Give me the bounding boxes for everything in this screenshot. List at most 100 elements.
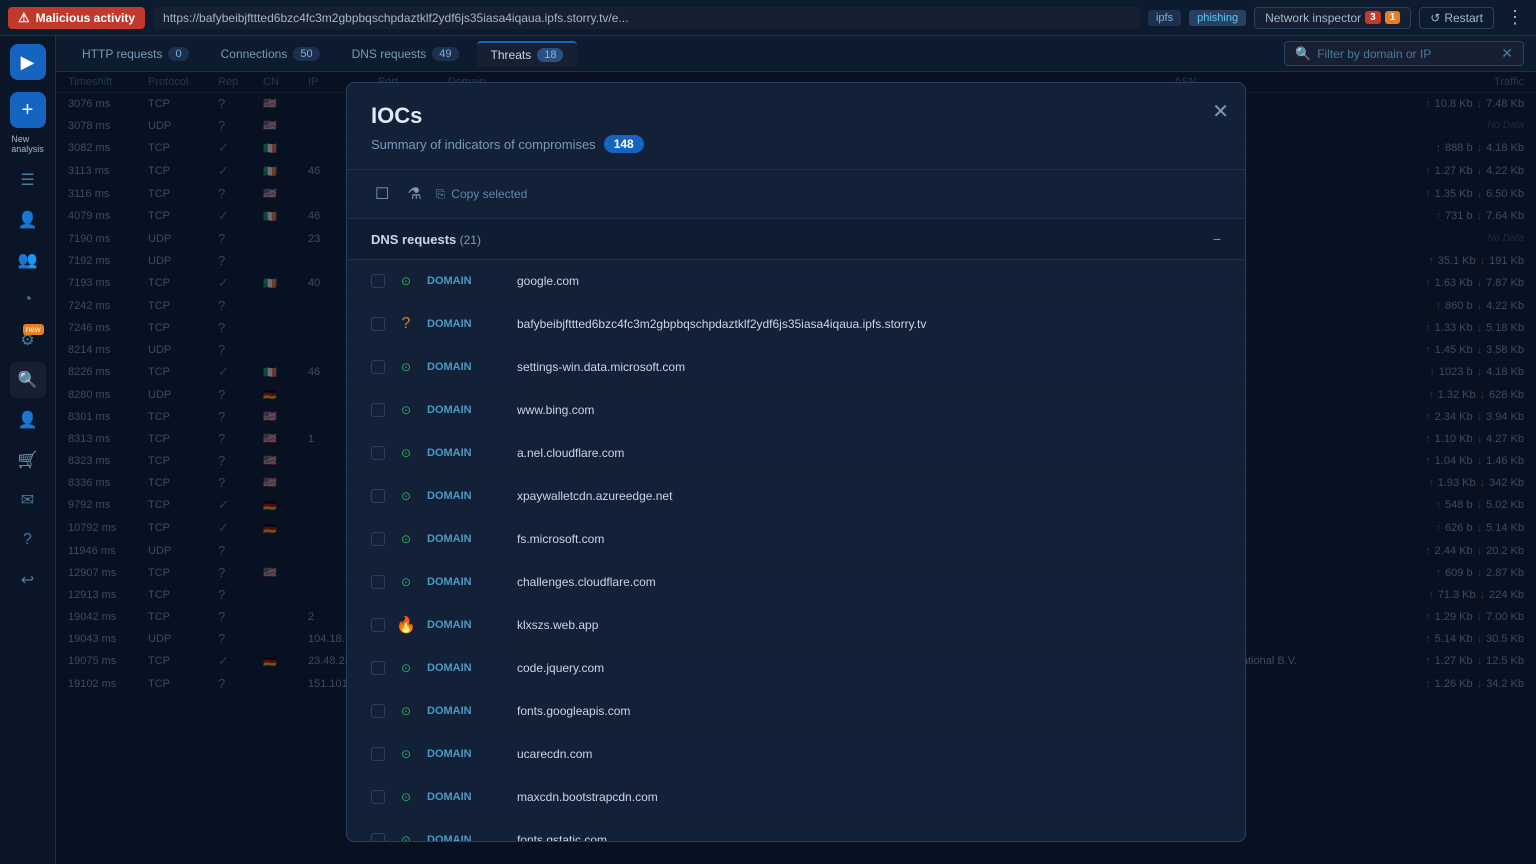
- new-analysis-label: Newanalysis: [11, 134, 44, 154]
- sidebar-item-list[interactable]: ☰: [10, 162, 46, 198]
- tag-ipfs[interactable]: ipfs: [1148, 10, 1181, 26]
- restart-button[interactable]: ↺ Restart: [1419, 7, 1494, 29]
- status-ok-icon: ⊙: [395, 829, 417, 841]
- sidebar-item-settings[interactable]: ⚙ new: [10, 322, 46, 358]
- ioc-checkbox[interactable]: [371, 747, 385, 761]
- ioc-type: DOMAIN: [427, 791, 507, 803]
- modal-body: DNS requests (21) − ⊙ DOMAIN google.com …: [347, 219, 1245, 841]
- malicious-badge: ⚠ Malicious activity: [8, 7, 145, 29]
- ioc-type: DOMAIN: [427, 490, 507, 502]
- ioc-checkbox[interactable]: [371, 790, 385, 804]
- ioc-checkbox[interactable]: [371, 317, 385, 331]
- ioc-section-dns[interactable]: DNS requests (21) −: [347, 219, 1245, 260]
- badge-red: 3: [1365, 11, 1381, 24]
- ioc-type: DOMAIN: [427, 447, 507, 459]
- list-item[interactable]: ⊙ DOMAIN www.bing.com: [347, 389, 1245, 432]
- ioc-value: ucarecdn.com: [517, 747, 1221, 761]
- top-bar: ⚠ Malicious activity https://bafybeibjft…: [0, 0, 1536, 36]
- status-ok-icon: ⊙: [395, 657, 417, 679]
- ioc-section-title: DNS requests: [371, 232, 456, 247]
- sidebar-item-back[interactable]: ↩: [10, 562, 46, 598]
- tab-dns-label: DNS requests: [352, 47, 427, 61]
- tab-connections[interactable]: Connections 50: [207, 42, 334, 66]
- ioc-value: code.jquery.com: [517, 661, 1221, 675]
- status-warn-icon: ?: [395, 313, 417, 335]
- network-inspector-label: Network inspector: [1265, 11, 1361, 25]
- network-inspector-button[interactable]: Network inspector 3 1: [1254, 7, 1411, 29]
- new-analysis-button[interactable]: +: [10, 92, 46, 128]
- modal-overlay: IOCs Summary of indicators of compromise…: [56, 72, 1536, 864]
- modal-close-button[interactable]: ✕: [1212, 99, 1229, 124]
- app-logo[interactable]: ▶: [10, 44, 46, 80]
- list-item[interactable]: ? DOMAIN bafybeibjfttted6bzc4fc3m2gbpbqs…: [347, 303, 1245, 346]
- ioc-checkbox[interactable]: [371, 489, 385, 503]
- list-item[interactable]: ⊙ DOMAIN a.nel.cloudflare.com: [347, 432, 1245, 475]
- list-item[interactable]: ⊙ DOMAIN settings-win.data.microsoft.com: [347, 346, 1245, 389]
- copy-selected-label: Copy selected: [451, 187, 527, 201]
- list-item[interactable]: ⊙ DOMAIN google.com: [347, 260, 1245, 303]
- more-button[interactable]: ⋮: [1502, 7, 1528, 28]
- list-item[interactable]: ⊙ DOMAIN maxcdn.bootstrapcdn.com: [347, 776, 1245, 819]
- ioc-checkbox[interactable]: [371, 360, 385, 374]
- sidebar-item-users[interactable]: 👥: [10, 242, 46, 278]
- checkbox-all-icon[interactable]: ☐: [371, 180, 393, 208]
- ioc-value: klxszs.web.app: [517, 618, 1221, 632]
- ioc-checkbox[interactable]: [371, 403, 385, 417]
- copy-selected-button[interactable]: ⎘ Copy selected: [436, 187, 528, 202]
- list-item[interactable]: ⊙ DOMAIN fs.microsoft.com: [347, 518, 1245, 561]
- sidebar-item-search[interactable]: 🔍: [10, 362, 46, 398]
- tab-http-requests[interactable]: HTTP requests 0: [68, 42, 203, 66]
- ioc-checkbox[interactable]: [371, 704, 385, 718]
- list-item[interactable]: 🔥 DOMAIN klxszs.web.app: [347, 604, 1245, 647]
- ioc-checkbox[interactable]: [371, 661, 385, 675]
- tab-threats[interactable]: Threats 18: [477, 41, 578, 67]
- ioc-type: DOMAIN: [427, 619, 507, 631]
- ioc-type: DOMAIN: [427, 576, 507, 588]
- tab-dns-count: 49: [432, 47, 458, 61]
- ioc-checkbox[interactable]: [371, 532, 385, 546]
- tabs-bar: HTTP requests 0 Connections 50 DNS reque…: [56, 36, 1536, 72]
- ioc-checkbox[interactable]: [371, 618, 385, 632]
- list-item[interactable]: ⊙ DOMAIN challenges.cloudflare.com: [347, 561, 1245, 604]
- status-ok-icon: ⊙: [395, 270, 417, 292]
- filter-icon[interactable]: ⚗: [403, 180, 425, 208]
- status-ok-icon: ⊙: [395, 399, 417, 421]
- ioc-checkbox[interactable]: [371, 833, 385, 841]
- status-ok-icon: ⊙: [395, 485, 417, 507]
- filter-input[interactable]: [1317, 47, 1495, 61]
- ioc-section-title-area: DNS requests (21): [371, 232, 481, 247]
- restart-icon: ↺: [1430, 11, 1440, 25]
- sidebar-item-mail[interactable]: ✉: [10, 482, 46, 518]
- ioc-checkbox[interactable]: [371, 274, 385, 288]
- list-item[interactable]: ⊙ DOMAIN fonts.googleapis.com: [347, 690, 1245, 733]
- sidebar-item-account[interactable]: 👤: [10, 402, 46, 438]
- filter-clear-button[interactable]: ✕: [1501, 45, 1513, 62]
- sidebar-item-cart[interactable]: 🛒: [10, 442, 46, 478]
- ioc-checkbox[interactable]: [371, 446, 385, 460]
- sidebar-item-history[interactable]: ◔: [10, 282, 46, 318]
- modal-header: IOCs Summary of indicators of compromise…: [347, 83, 1245, 170]
- list-item[interactable]: ⊙ DOMAIN ucarecdn.com: [347, 733, 1245, 776]
- ioc-value: fonts.googleapis.com: [517, 704, 1221, 718]
- list-item[interactable]: ⊙ DOMAIN fonts.gstatic.com: [347, 819, 1245, 841]
- modal-title: IOCs: [371, 103, 1221, 129]
- tab-connections-label: Connections: [221, 47, 288, 61]
- tag-phishing[interactable]: phishing: [1189, 10, 1246, 26]
- status-ok-icon: ⊙: [395, 571, 417, 593]
- ioc-checkbox[interactable]: [371, 575, 385, 589]
- url-bar: https://bafybeibjfttted6bzc4fc3m2gbpbqsc…: [153, 7, 1140, 29]
- ioc-value: maxcdn.bootstrapcdn.com: [517, 790, 1221, 804]
- restart-label: Restart: [1444, 11, 1483, 25]
- list-item[interactable]: ⊙ DOMAIN code.jquery.com: [347, 647, 1245, 690]
- ioc-type: DOMAIN: [427, 662, 507, 674]
- sidebar-item-profile[interactable]: 👤: [10, 202, 46, 238]
- sidebar-item-help[interactable]: ?: [10, 522, 46, 558]
- status-danger-icon: 🔥: [395, 614, 417, 636]
- list-item[interactable]: ⊙ DOMAIN xpaywalletcdn.azureedge.net: [347, 475, 1245, 518]
- filter-search[interactable]: 🔍 ✕: [1284, 41, 1524, 66]
- new-badge: new: [23, 324, 44, 335]
- ioc-type: DOMAIN: [427, 361, 507, 373]
- ioc-type: DOMAIN: [427, 748, 507, 760]
- tab-dns-requests[interactable]: DNS requests 49: [338, 42, 473, 66]
- ioc-section-count: (21): [460, 233, 481, 247]
